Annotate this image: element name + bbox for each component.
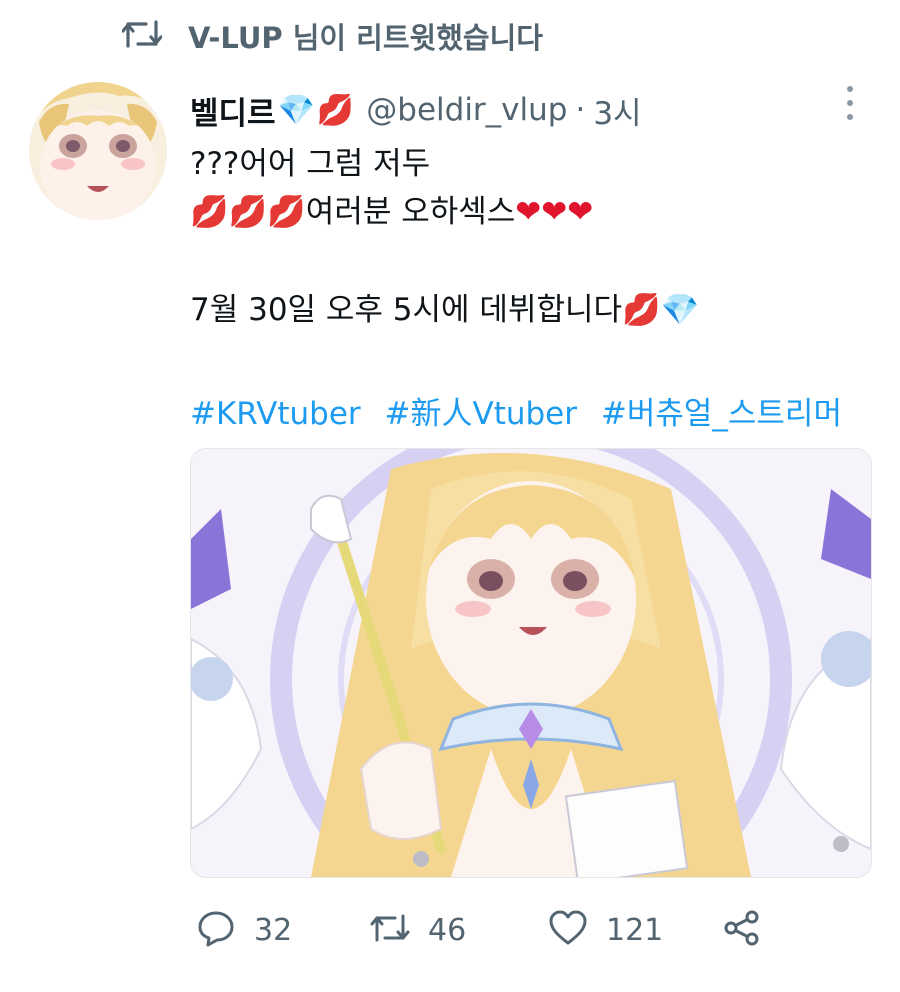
- retweet-button[interactable]: 46: [370, 900, 466, 960]
- like-count: 121: [606, 912, 664, 948]
- display-name[interactable]: 벨디르: [190, 88, 276, 133]
- hashtag-link[interactable]: #버츄얼_스트리머: [601, 396, 842, 432]
- tweet-text: 여러분 오하섹스: [305, 194, 516, 230]
- reply-button[interactable]: 32: [196, 900, 292, 960]
- tweet-text: ???어어 그럼 저두: [190, 146, 431, 182]
- retweet-icon: [370, 908, 410, 952]
- reply-count: 32: [254, 912, 293, 948]
- user-handle[interactable]: @beldir_vlup: [366, 92, 567, 128]
- retweeted-by-text[interactable]: V-LUP 님이 리트윗했습니다: [188, 15, 543, 57]
- tweet-text-line: 💋💋💋여러분 오하섹스❤❤❤: [190, 186, 593, 231]
- retweet-icon: [121, 16, 163, 56]
- heart-emojis: ❤❤❤: [515, 194, 594, 230]
- tweet-media-image[interactable]: [190, 448, 872, 878]
- tweet-text-line: 7월 30일 오후 5시에 데뷔합니다💋💎: [190, 284, 699, 329]
- tweet-header: 벨디르 💎 💋 @beldir_vlup · 3시: [190, 84, 642, 136]
- share-button[interactable]: [722, 900, 762, 960]
- hashtag-link[interactable]: #新人Vtuber: [385, 396, 577, 432]
- emoji-suffix: 💋💎: [622, 292, 700, 328]
- hashtag-link[interactable]: #KRVtuber: [190, 396, 361, 432]
- kiss-emoji: 💋: [316, 92, 355, 128]
- share-icon: [722, 908, 762, 952]
- tweet-text: 7월 30일 오후 5시에 데뷔합니다: [190, 292, 623, 328]
- heart-icon: [548, 908, 588, 952]
- like-button[interactable]: 121: [548, 900, 663, 960]
- diamond-emoji: 💎: [277, 92, 315, 128]
- tweet-action-bar: 32 46 121: [0, 900, 900, 960]
- more-options-icon[interactable]: [836, 86, 864, 120]
- retweet-banner: V-LUP 님이 리트윗했습니다: [121, 14, 543, 58]
- reply-icon: [196, 908, 236, 952]
- tweet-timestamp[interactable]: 3시: [593, 88, 641, 133]
- avatar[interactable]: [29, 82, 167, 220]
- retweet-count: 46: [428, 912, 467, 948]
- tweet-text-line: ???어어 그럼 저두: [190, 138, 430, 183]
- hashtags: #KRVtuber #新人Vtuber #버츄얼_스트리머: [190, 388, 856, 433]
- separator-dot: ·: [575, 92, 586, 128]
- kiss-emojis: 💋💋💋: [190, 194, 306, 230]
